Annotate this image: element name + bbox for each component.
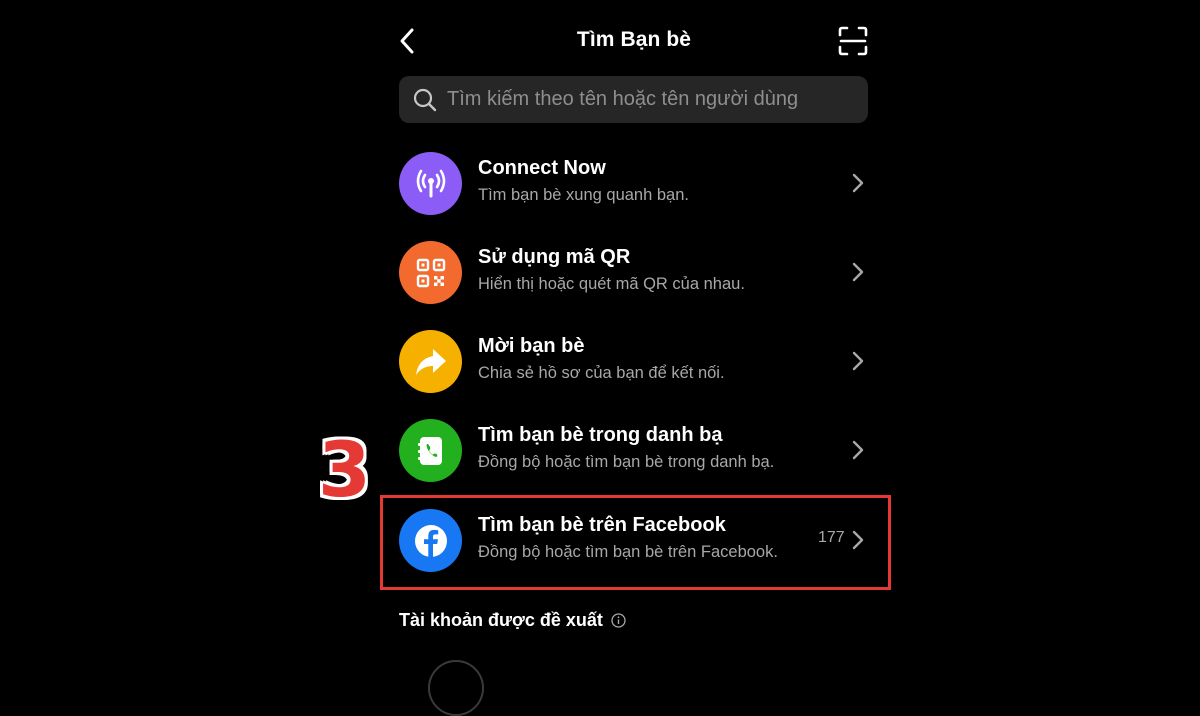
find-friends-screen: Tìm Bạn bè C xyxy=(378,0,890,716)
option-title: Sử dụng mã QR xyxy=(478,246,631,268)
qr-code-icon xyxy=(416,258,445,287)
connect-now-icon-badge xyxy=(399,152,462,215)
facebook-friend-count: 177 xyxy=(818,529,845,546)
chevron-right-icon xyxy=(848,173,868,193)
contacts-icon-badge xyxy=(399,419,462,482)
suggested-account-avatar[interactable] xyxy=(428,660,484,716)
broadcast-icon xyxy=(416,169,445,197)
phone-book-icon xyxy=(417,436,442,465)
share-arrow-icon xyxy=(415,348,446,375)
invite-icon-badge xyxy=(399,330,462,393)
option-contacts[interactable]: Tìm bạn bè trong danh bạ Đồng bộ hoặc tì… xyxy=(378,406,890,495)
search-bar[interactable] xyxy=(399,76,868,123)
scan-button[interactable] xyxy=(836,24,870,58)
chevron-right-icon xyxy=(848,262,868,282)
facebook-icon-badge xyxy=(399,509,462,572)
facebook-icon xyxy=(414,524,447,557)
chevron-right-icon xyxy=(848,530,868,550)
option-subtitle: Hiển thị hoặc quét mã QR của nhau. xyxy=(478,275,745,293)
info-icon[interactable] xyxy=(611,613,626,628)
option-subtitle: Chia sẻ hồ sơ của bạn để kết nối. xyxy=(478,364,725,382)
option-subtitle: Đồng bộ hoặc tìm bạn bè trên Facebook. xyxy=(478,543,778,561)
chevron-right-icon xyxy=(848,440,868,460)
option-title: Connect Now xyxy=(478,157,606,179)
chevron-right-icon xyxy=(848,351,868,371)
search-input[interactable] xyxy=(445,87,868,112)
option-title: Tìm bạn bè trên Facebook xyxy=(478,514,726,536)
search-icon xyxy=(413,88,437,112)
header: Tìm Bạn bè xyxy=(378,0,890,84)
option-title: Tìm bạn bè trong danh bạ xyxy=(478,424,723,446)
step-number-label: 3 xyxy=(318,425,371,514)
option-title: Mời bạn bè xyxy=(478,335,585,357)
scan-icon xyxy=(838,26,868,56)
suggested-accounts-label: Tài khoản được đề xuất xyxy=(399,610,603,630)
option-subtitle: Tìm bạn bè xung quanh bạn. xyxy=(478,186,689,204)
option-facebook[interactable]: Tìm bạn bè trên Facebook Đồng bộ hoặc tì… xyxy=(378,496,890,585)
page-title: Tìm Bạn bè xyxy=(576,28,692,51)
option-connect-now[interactable]: Connect Now Tìm bạn bè xung quanh bạn. xyxy=(378,139,890,228)
suggested-accounts-heading: Tài khoản được đề xuất xyxy=(399,610,626,631)
option-qr-code[interactable]: Sử dụng mã QR Hiển thị hoặc quét mã QR c… xyxy=(378,228,890,317)
option-invite-friends[interactable]: Mời bạn bè Chia sẻ hồ sơ của bạn để kết … xyxy=(378,317,890,406)
qr-code-icon-badge xyxy=(399,241,462,304)
option-subtitle: Đồng bộ hoặc tìm bạn bè trong danh bạ. xyxy=(478,453,775,471)
